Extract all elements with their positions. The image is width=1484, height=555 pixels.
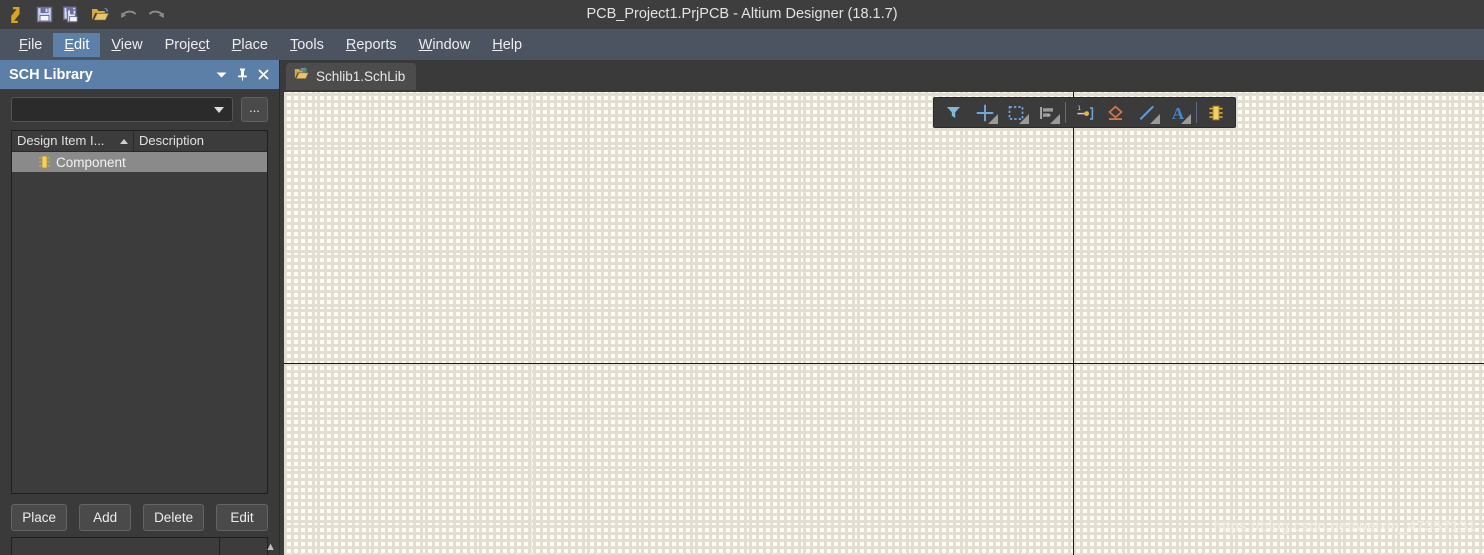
menu-item-view[interactable]: View: [100, 33, 153, 57]
place-component-icon[interactable]: [1200, 99, 1231, 126]
design-item-list[interactable]: Design Item I... Description Component: [11, 130, 268, 494]
pin-icon[interactable]: [236, 67, 249, 83]
origin-axis-vertical: [1073, 92, 1074, 555]
dropdown-caret-icon[interactable]: [1181, 114, 1191, 124]
sort-ascending-icon: [120, 138, 128, 144]
altium-logo-icon[interactable]: [4, 2, 29, 27]
schlib-document-icon: [294, 67, 309, 86]
origin-axis-horizontal: [284, 363, 1484, 364]
panel-action-buttons: Place Add Delete Edit: [11, 504, 268, 531]
toolbar-separator: [1065, 102, 1066, 123]
close-icon[interactable]: [257, 67, 270, 83]
panel-title-buttons: [215, 67, 279, 83]
window-title: PCB_Project1.PrjPCB - Altium Designer (1…: [586, 6, 898, 22]
chevron-down-icon: [214, 106, 224, 113]
chevron-down-icon[interactable]: [215, 67, 228, 83]
dropdown-caret-icon[interactable]: [1019, 114, 1029, 124]
menu-item-place[interactable]: Place: [221, 33, 279, 57]
grid-major-line: [531, 92, 532, 555]
add-button[interactable]: Add: [79, 504, 132, 531]
save-all-icon[interactable]: [60, 2, 85, 27]
tab-schlib1[interactable]: Schlib1.SchLib: [286, 63, 417, 90]
panel-bottom-aux[interactable]: [220, 537, 268, 555]
sch-library-panel: SCH Library ... Design Item I... Descrip…: [0, 60, 280, 555]
place-line-icon[interactable]: [1131, 99, 1162, 126]
dropdown-caret-icon[interactable]: [1150, 114, 1160, 124]
altium-designer-window: PCB_Project1.PrjPCB - Altium Designer (1…: [0, 0, 1484, 555]
save-icon[interactable]: [32, 2, 57, 27]
menu-item-file[interactable]: File: [8, 33, 53, 57]
title-bar: PCB_Project1.PrjPCB - Altium Designer (1…: [0, 0, 1484, 29]
filter-icon[interactable]: [938, 99, 969, 126]
edit-button[interactable]: Edit: [216, 504, 268, 531]
place-button[interactable]: Place: [11, 504, 68, 531]
delete-button[interactable]: Delete: [143, 504, 204, 531]
schematic-library-canvas[interactable]: https://blog.csdn.net/weixin_47357131: [284, 92, 1484, 555]
quick-access-toolbar: [0, 0, 169, 29]
panel-bottom-section: ▲: [11, 537, 276, 555]
undo-icon[interactable]: [116, 2, 141, 27]
library-filter-combobox[interactable]: [11, 97, 233, 122]
list-rows: Component: [12, 152, 267, 493]
align-left-icon[interactable]: [1031, 99, 1062, 126]
list-column-headers: Design Item I... Description: [12, 131, 267, 152]
menu-item-project[interactable]: Project: [154, 33, 221, 57]
selection-box-icon[interactable]: [1000, 99, 1031, 126]
column-header-design-item-id[interactable]: Design Item I...: [12, 131, 134, 151]
toolbar-separator: [1196, 102, 1197, 123]
redo-icon[interactable]: [144, 2, 169, 27]
menu-item-window[interactable]: Window: [408, 33, 482, 57]
menu-item-edit[interactable]: Edit: [53, 32, 101, 57]
grid-layer: [284, 92, 1484, 555]
place-text-icon[interactable]: A: [1162, 99, 1193, 126]
filter-options-button[interactable]: ...: [241, 97, 268, 122]
dropdown-caret-icon[interactable]: [1050, 114, 1060, 124]
panel-title-label: SCH Library: [9, 66, 93, 83]
place-pin-icon[interactable]: 1: [1069, 99, 1100, 126]
watermark-text: https://blog.csdn.net/weixin_47357131: [1213, 518, 1476, 535]
table-row[interactable]: Component: [12, 152, 267, 172]
tab-label: Schlib1.SchLib: [316, 69, 406, 84]
svg-text:1: 1: [1077, 106, 1081, 112]
dropdown-caret-icon[interactable]: [988, 114, 998, 124]
component-icon: [38, 155, 51, 169]
column-header-description[interactable]: Description: [134, 131, 267, 151]
collapse-caret-icon[interactable]: ▲: [265, 541, 276, 553]
panel-body: ... Design Item I... Description Compone…: [0, 89, 279, 531]
place-ieee-symbol-icon[interactable]: [1100, 99, 1131, 126]
list-item-label: Component: [56, 154, 126, 170]
filter-row: ...: [11, 97, 268, 122]
panel-title-bar: SCH Library: [0, 60, 279, 89]
menu-bar: File Edit View Project Place Tools Reports Wind…: [0, 29, 1484, 60]
panel-bottom-list[interactable]: [11, 537, 220, 555]
menu-item-help[interactable]: Help: [481, 33, 533, 57]
open-folder-icon[interactable]: [88, 2, 113, 27]
menu-item-reports[interactable]: Reports: [335, 33, 408, 57]
menu-item-tools[interactable]: Tools: [279, 33, 335, 57]
crosshair-cursor-icon[interactable]: [969, 99, 1000, 126]
document-tab-strip: Schlib1.SchLib: [281, 60, 1484, 92]
schematic-drawing-toolbar: 1 A: [933, 97, 1236, 128]
